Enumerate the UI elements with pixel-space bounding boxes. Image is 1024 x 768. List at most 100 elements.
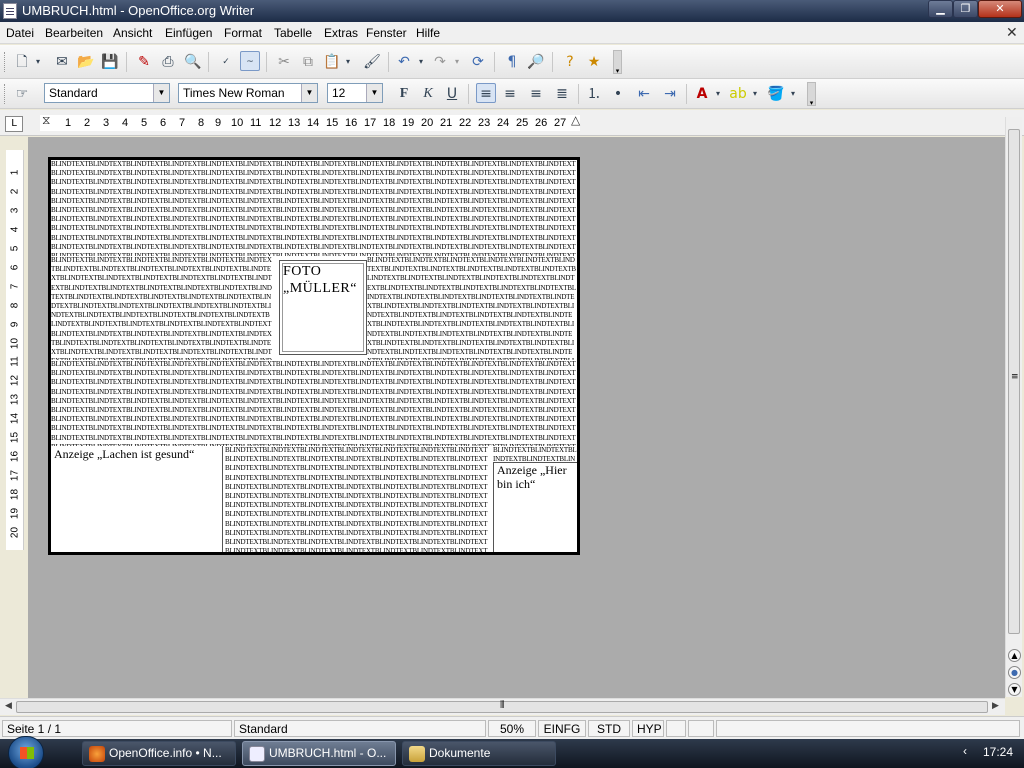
task-writer[interactable]: UMBRUCH.html - O...	[242, 741, 396, 766]
close-window-button[interactable]: ✕	[978, 0, 1022, 18]
chevron-down-icon[interactable]: ▼	[153, 84, 169, 102]
numbering-icon[interactable]: ⒈	[584, 84, 604, 104]
paragraph-style-select[interactable]: Standard ▼	[44, 83, 170, 103]
font-color-dropdown-icon[interactable]: ▾	[713, 84, 723, 104]
email-icon[interactable]: ✉	[52, 52, 72, 72]
body-text-left-column: BLINDTEXTBLINDTEXTBLINDTEXTBLINDTEXTBLIN…	[51, 256, 272, 360]
toolbar-overflow-icon[interactable]: ▾	[807, 82, 816, 107]
paste-dropdown-icon[interactable]: ▾	[343, 52, 353, 72]
next-page-icon[interactable]: ▼	[1008, 683, 1021, 696]
copy-icon[interactable]: ⧉	[298, 52, 318, 72]
paste-icon[interactable]: 📋	[322, 52, 342, 72]
redo-icon[interactable]: ↷	[430, 52, 450, 72]
photo-frame[interactable]: FOTO „MÜLLER“	[279, 260, 367, 355]
print-icon[interactable]: ⎙	[158, 52, 178, 72]
tab-stop-selector[interactable]: L	[5, 116, 23, 132]
open-folder-icon[interactable]: 📂	[76, 52, 96, 72]
vertical-ruler[interactable]: 1 2 3 4 5 6 7 8 9 10 11 12 13 14 15 16 1…	[6, 150, 24, 550]
zoom-indicator[interactable]: 50%	[488, 720, 536, 737]
chevron-down-icon[interactable]: ▼	[301, 84, 317, 102]
menu-einfuegen[interactable]: Einfügen	[165, 26, 212, 40]
previous-page-icon[interactable]: ▲	[1008, 649, 1021, 662]
page-style-indicator[interactable]: Standard	[234, 720, 486, 737]
toolbar-grip[interactable]	[4, 52, 7, 72]
cut-icon[interactable]: ✂	[274, 52, 294, 72]
underline-icon[interactable]: U	[442, 84, 462, 104]
menu-bearbeiten[interactable]: Bearbeiten	[45, 26, 103, 40]
styles-formatting-icon[interactable]: ☞	[12, 84, 32, 104]
ad-frame-left[interactable]: Anzeige „Lachen ist gesund“	[51, 446, 223, 552]
bold-icon[interactable]: F	[394, 84, 414, 104]
document-page[interactable]: BLINDTEXTBLINDTEXTBLINDTEXTBLINDTEXTBLIN…	[48, 157, 580, 555]
redo-dropdown-icon[interactable]: ▾	[452, 52, 462, 72]
autospellcheck-icon[interactable]: ~	[240, 51, 260, 71]
menu-ansicht[interactable]: Ansicht	[113, 26, 152, 40]
edit-file-icon[interactable]: ✎	[134, 52, 154, 72]
close-document-icon[interactable]: ✕	[1006, 24, 1018, 41]
background-color-icon[interactable]: 🪣	[766, 84, 786, 104]
navigation-icon[interactable]: ●	[1008, 666, 1021, 679]
ruler-number: 15	[9, 431, 21, 444]
undo-dropdown-icon[interactable]: ▾	[416, 52, 426, 72]
spellcheck-icon[interactable]: ✓	[216, 52, 236, 72]
menu-extras[interactable]: Extras	[324, 26, 358, 40]
save-icon[interactable]: 💾	[100, 52, 120, 72]
print-preview-icon[interactable]: 🔍	[183, 52, 203, 72]
undo-icon[interactable]: ↶	[394, 52, 414, 72]
toolbar-overflow-icon[interactable]: ▾	[613, 50, 622, 75]
document-canvas[interactable]: BLINDTEXTBLINDTEXTBLINDTEXTBLINDTEXTBLIN…	[28, 137, 1005, 698]
document-modified-indicator[interactable]	[666, 720, 686, 737]
vertical-scrollbar[interactable]: ≡ ▲ ● ▼	[1005, 117, 1022, 697]
zoom-icon[interactable]: 🔎	[526, 52, 546, 72]
ruler-number: 10	[9, 337, 21, 350]
page-indicator[interactable]: Seite 1 / 1	[2, 720, 232, 737]
maximize-button[interactable]: ❐	[953, 0, 978, 18]
hyperlink-icon[interactable]: ★	[584, 52, 604, 72]
align-center-icon[interactable]: ≡	[500, 84, 520, 104]
insert-mode-indicator[interactable]: EINFG	[538, 720, 586, 737]
highlight-icon[interactable]: ab	[728, 84, 748, 104]
font-name-select[interactable]: Times New Roman ▼	[178, 83, 318, 103]
task-explorer[interactable]: Dokumente	[402, 741, 556, 766]
menu-format[interactable]: Format	[224, 26, 262, 40]
align-right-icon[interactable]: ≡	[526, 84, 546, 104]
scroll-left-icon[interactable]: ◀	[5, 701, 12, 711]
horizontal-scrollbar[interactable]: ◀ ⦀ ▶	[0, 698, 1005, 715]
align-justify-icon[interactable]: ≣	[552, 84, 572, 104]
scroll-right-icon[interactable]: ▶	[992, 701, 999, 711]
menu-hilfe[interactable]: Hilfe	[416, 26, 440, 40]
highlight-dropdown-icon[interactable]: ▾	[750, 84, 760, 104]
ad-frame-right[interactable]: Anzeige „Hier bin ich“	[493, 462, 577, 552]
menu-datei[interactable]: Datei	[6, 26, 34, 40]
toolbar-grip[interactable]	[4, 84, 7, 104]
start-button[interactable]	[8, 736, 44, 768]
clock[interactable]: 17:24	[983, 745, 1013, 759]
selection-mode-indicator[interactable]: STD	[588, 720, 630, 737]
new-dropdown-icon[interactable]: ▾	[33, 52, 43, 72]
task-firefox[interactable]: OpenOffice.info • N...	[82, 741, 236, 766]
background-dropdown-icon[interactable]: ▾	[788, 84, 798, 104]
left-indent-marker[interactable]: ⧖	[42, 113, 50, 128]
bullets-icon[interactable]: •	[608, 84, 628, 104]
hyperlink-mode-indicator[interactable]: HYP	[632, 720, 664, 737]
digital-signature-indicator[interactable]	[688, 720, 714, 737]
font-size-select[interactable]: 12 ▼	[327, 83, 383, 103]
right-indent-marker[interactable]: △	[571, 113, 580, 127]
help-icon[interactable]: ?	[560, 52, 580, 72]
tray-expand-icon[interactable]: ‹	[963, 744, 967, 758]
minimize-button[interactable]: ▁	[928, 0, 953, 18]
decrease-indent-icon[interactable]: ⇤	[634, 84, 654, 104]
formatting-marks-icon[interactable]: ¶	[502, 52, 522, 72]
new-document-icon[interactable]: 🗋	[12, 52, 32, 72]
horizontal-ruler[interactable]: L ⧖ 1 2 3 4 5 6 7 8 9 10 11 12 13 14 15 …	[0, 110, 1024, 136]
font-color-icon[interactable]: A	[692, 84, 712, 104]
align-left-icon[interactable]: ≡	[476, 83, 496, 103]
menu-tabelle[interactable]: Tabelle	[274, 26, 312, 40]
italic-icon[interactable]: K	[418, 84, 438, 104]
navigator-icon[interactable]: ⟳	[468, 52, 488, 72]
chevron-down-icon[interactable]: ▼	[366, 84, 382, 102]
increase-indent-icon[interactable]: ⇥	[660, 84, 680, 104]
title-bar[interactable]: UMBRUCH.html - OpenOffice.org Writer ▁ ❐…	[0, 0, 1024, 22]
menu-fenster[interactable]: Fenster	[366, 26, 407, 40]
format-paintbrush-icon[interactable]: 🖌	[362, 52, 382, 72]
